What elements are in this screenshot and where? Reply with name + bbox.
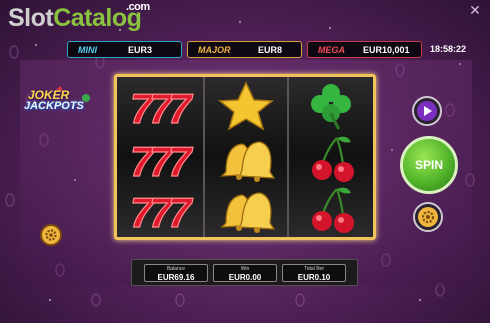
slotcatalog-watermark: SlotCatalog .com [8,2,150,32]
clock: 18:58:22 [430,44,467,54]
reels-frame: 777777777 [114,74,376,240]
joker-jackpots-logo: JOKER JACKPOTS [24,86,94,126]
balance-value: EUR69.16 [157,273,195,282]
reel-2-row-2-bell-icon [204,132,288,185]
gear-icon [45,229,57,241]
reel-3-row-1-clover-icon [289,79,373,132]
reel-2-row-3-bell-icon [204,183,288,236]
total-bet-box[interactable]: Total Bet EUR0.10 [282,264,346,282]
jackpot-mini-label: MINI [78,45,97,55]
jackpot-mini-value: EUR3 [128,45,153,55]
watermark-dotcom-text: .com [126,1,150,13]
jackpot-mega-label: MEGA [318,45,345,55]
settings-button[interactable] [413,202,443,232]
win-label: Win [240,266,250,272]
jackpot-mega-value: EUR10,001 [363,45,410,55]
seven-icon: 777 [129,137,193,185]
jackpot-major-value: EUR8 [258,45,283,55]
gear-icon [418,207,438,227]
cherry-icon [312,187,354,233]
win-box: Win EUR0.00 [213,264,277,282]
watermark-slot-text: Slot [8,4,54,32]
logo-line2: JACKPOTS [24,100,84,112]
total-bet-value: EUR0.10 [297,273,331,282]
jackpot-major-label: MAJOR [198,45,231,55]
bell-icon [220,192,276,233]
reel-1-row-2-seven-icon: 777 [118,132,202,185]
bell-icon [220,141,276,182]
reel-1-row-1-seven-icon: 777 [118,79,202,132]
svg-text:7: 7 [168,138,193,185]
cherry-icon [312,136,354,182]
play-icon [417,101,437,121]
seven-icon: 777 [129,84,193,132]
close-icon[interactable]: ✕ [468,3,482,17]
jackpot-mini: MINI EUR3 [67,41,182,58]
seven-icon: 777 [129,188,193,236]
balance-box: Balance EUR69.16 [144,264,208,282]
svg-text:7: 7 [168,85,193,132]
reel-3-row-3-cherry-icon [289,183,373,236]
jackpot-major: MAJOR EUR8 [187,41,302,58]
autoplay-button[interactable] [412,96,442,126]
settings-button-left[interactable] [40,224,62,246]
win-value: EUR0.00 [228,273,262,282]
reel-2-row-1-star-icon [204,79,288,132]
star-icon [217,81,275,131]
clover-icon [311,84,351,130]
jackpot-mega: MEGA EUR10,001 [307,41,422,58]
svg-text:7: 7 [168,189,193,236]
balance-label: Balance [166,266,186,272]
reel-3-row-2-cherry-icon [289,132,373,185]
bottom-stats-panel: Balance EUR69.16 Win EUR0.00 Total Bet E… [131,259,358,286]
reel-1-row-3-seven-icon: 777 [118,183,202,236]
spin-button[interactable]: SPIN [400,136,458,194]
total-bet-label: Total Bet [304,266,324,272]
